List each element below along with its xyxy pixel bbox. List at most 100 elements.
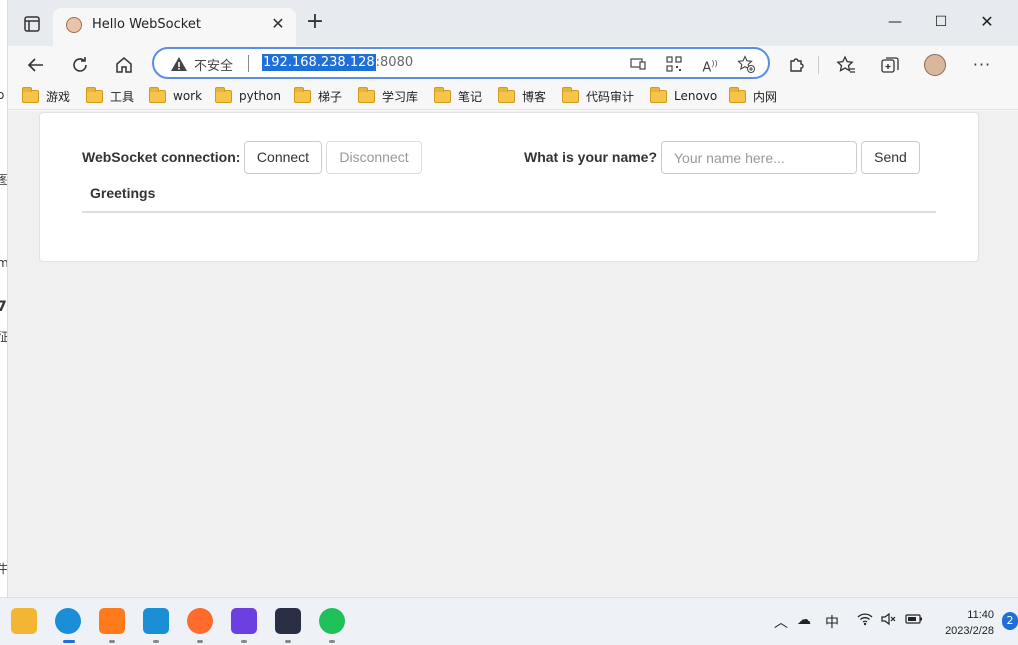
minimize-button[interactable]: —	[883, 10, 907, 34]
bookmark-label: work	[173, 89, 203, 103]
folder-icon	[215, 86, 232, 103]
notification-badge[interactable]: 2	[1002, 612, 1018, 630]
bookmark-folder-work[interactable]: work	[149, 86, 203, 105]
new-tab-button[interactable]: +	[304, 11, 326, 34]
folder-icon	[434, 86, 451, 103]
connect-button[interactable]: Connect	[244, 141, 322, 174]
send-button[interactable]: Send	[861, 141, 920, 174]
bookmark-label: 游戏	[46, 89, 71, 104]
warning-icon[interactable]	[170, 55, 188, 73]
tab-hello-websocket[interactable]: Hello WebSocket ✕	[53, 8, 296, 46]
battery-icon[interactable]	[905, 612, 923, 630]
disconnect-button[interactable]: Disconnect	[326, 141, 422, 174]
read-aloud-icon[interactable]: A))	[700, 54, 720, 75]
firefox-icon[interactable]	[187, 608, 213, 634]
tab-actions-icon[interactable]	[22, 14, 42, 34]
bg-text-fragment: 7	[0, 299, 7, 315]
collections-icon[interactable]	[878, 53, 902, 77]
greetings-divider	[82, 211, 936, 213]
url-port: :8080	[375, 55, 414, 70]
bookmark-folder-intranet[interactable]: 内网	[729, 86, 778, 105]
profile-avatar[interactable]	[924, 54, 946, 76]
volume-muted-icon[interactable]	[881, 612, 897, 630]
security-label[interactable]: 不安全	[194, 55, 233, 74]
folder-icon	[294, 86, 311, 103]
bookmark-folder-blog[interactable]: 博客	[498, 86, 547, 105]
bookmark-folder-notes[interactable]: 笔记	[434, 86, 482, 105]
folder-icon	[149, 86, 166, 103]
home-button[interactable]	[112, 53, 136, 77]
clock-time: 11:40	[967, 609, 994, 621]
running-indicator	[197, 640, 203, 643]
browser-window: Hello WebSocket ✕ + — ☐ ✕ 不安全 192.168.23…	[8, 0, 1018, 597]
maximize-button[interactable]: ☐	[929, 10, 953, 34]
running-indicator	[329, 640, 335, 643]
bg-text-fragment: 征	[0, 328, 7, 345]
folder-icon	[22, 86, 39, 103]
extensions-icon[interactable]	[785, 53, 809, 77]
bookmark-folder-python[interactable]: python	[215, 86, 281, 105]
tab-close-icon[interactable]: ✕	[269, 15, 287, 33]
url-host: 192.168.238.128	[262, 54, 376, 71]
close-window-button[interactable]: ✕	[975, 10, 999, 34]
nav-toolbar: 不安全 192.168.238.128:8080 A)) ···	[8, 46, 1018, 82]
app-available-icon[interactable]	[628, 54, 648, 74]
back-button[interactable]	[24, 53, 48, 77]
file-explorer-icon[interactable]	[11, 608, 37, 634]
address-separator	[248, 55, 249, 72]
greetings-header: Greetings	[90, 185, 156, 201]
folder-icon	[358, 86, 375, 103]
onedrive-icon[interactable]: ☁	[797, 612, 811, 628]
name-label: What is your name?	[524, 149, 658, 165]
app-w-icon[interactable]	[99, 608, 125, 634]
running-indicator	[241, 640, 247, 643]
show-hidden-icons-icon[interactable]: ︿	[774, 612, 788, 632]
folder-icon	[498, 86, 515, 103]
tab-favicon-icon	[66, 17, 82, 33]
background-window: o 图 m 7 征 牛	[0, 0, 8, 597]
running-indicator	[285, 640, 291, 643]
favorites-icon[interactable]	[834, 53, 858, 77]
taskbar-clock[interactable]: 11:40 2023/2/28	[945, 607, 994, 639]
app-cat-icon[interactable]	[275, 608, 301, 634]
app-bolt-icon[interactable]	[231, 608, 257, 634]
bookmark-label: 工具	[110, 89, 135, 104]
taskbar: ︿ ☁ 中 11:40 2023/2/28 2	[0, 597, 1018, 645]
bookmark-label: python	[239, 89, 281, 103]
websocket-panel: WebSocket connection: Connect Disconnect…	[39, 112, 979, 262]
bg-text-fragment: m	[0, 256, 7, 270]
running-indicator	[109, 640, 115, 643]
refresh-button[interactable]	[68, 53, 92, 77]
add-favorite-icon[interactable]	[736, 54, 756, 74]
bookmark-folder-tools[interactable]: 工具	[86, 86, 135, 105]
bookmark-folder-ladder[interactable]: 梯子	[294, 86, 342, 105]
name-input[interactable]	[661, 141, 857, 174]
bookmark-label: 博客	[522, 89, 547, 104]
running-indicator	[153, 640, 159, 643]
clock-date: 2023/2/28	[945, 625, 994, 637]
bookmarks-bar: 游戏 工具 work python 梯子 学习库 笔记 博客 代码审计 Leno…	[8, 82, 1018, 110]
bookmark-label: 学习库	[382, 89, 419, 104]
url-text[interactable]: 192.168.238.128:8080	[262, 54, 414, 71]
wifi-icon[interactable]	[857, 612, 873, 630]
qr-code-icon[interactable]	[664, 54, 684, 74]
tab-title: Hello WebSocket	[92, 17, 201, 32]
ime-indicator[interactable]: 中	[825, 612, 839, 632]
folder-icon	[562, 86, 579, 103]
bookmark-label: Lenovo	[674, 89, 718, 103]
more-menu-icon[interactable]: ···	[970, 53, 994, 77]
bookmark-folder-code-audit[interactable]: 代码审计	[562, 86, 635, 105]
connection-label: WebSocket connection:	[82, 149, 241, 165]
bookmark-folder-lenovo[interactable]: Lenovo	[650, 86, 718, 105]
address-bar[interactable]: 不安全 192.168.238.128:8080 A))	[152, 47, 770, 79]
vmware-icon[interactable]	[143, 608, 169, 634]
bookmark-label: 内网	[753, 89, 778, 104]
wechat-icon[interactable]	[319, 608, 345, 634]
bookmark-folder-games[interactable]: 游戏	[22, 86, 71, 105]
bg-text-fragment: o	[0, 88, 4, 102]
tab-strip: Hello WebSocket ✕ + — ☐ ✕	[8, 0, 1018, 46]
page-content: WebSocket connection: Connect Disconnect…	[8, 111, 1018, 597]
bookmark-label: 代码审计	[586, 89, 635, 104]
edge-icon[interactable]	[55, 608, 81, 634]
bookmark-folder-study[interactable]: 学习库	[358, 86, 419, 105]
